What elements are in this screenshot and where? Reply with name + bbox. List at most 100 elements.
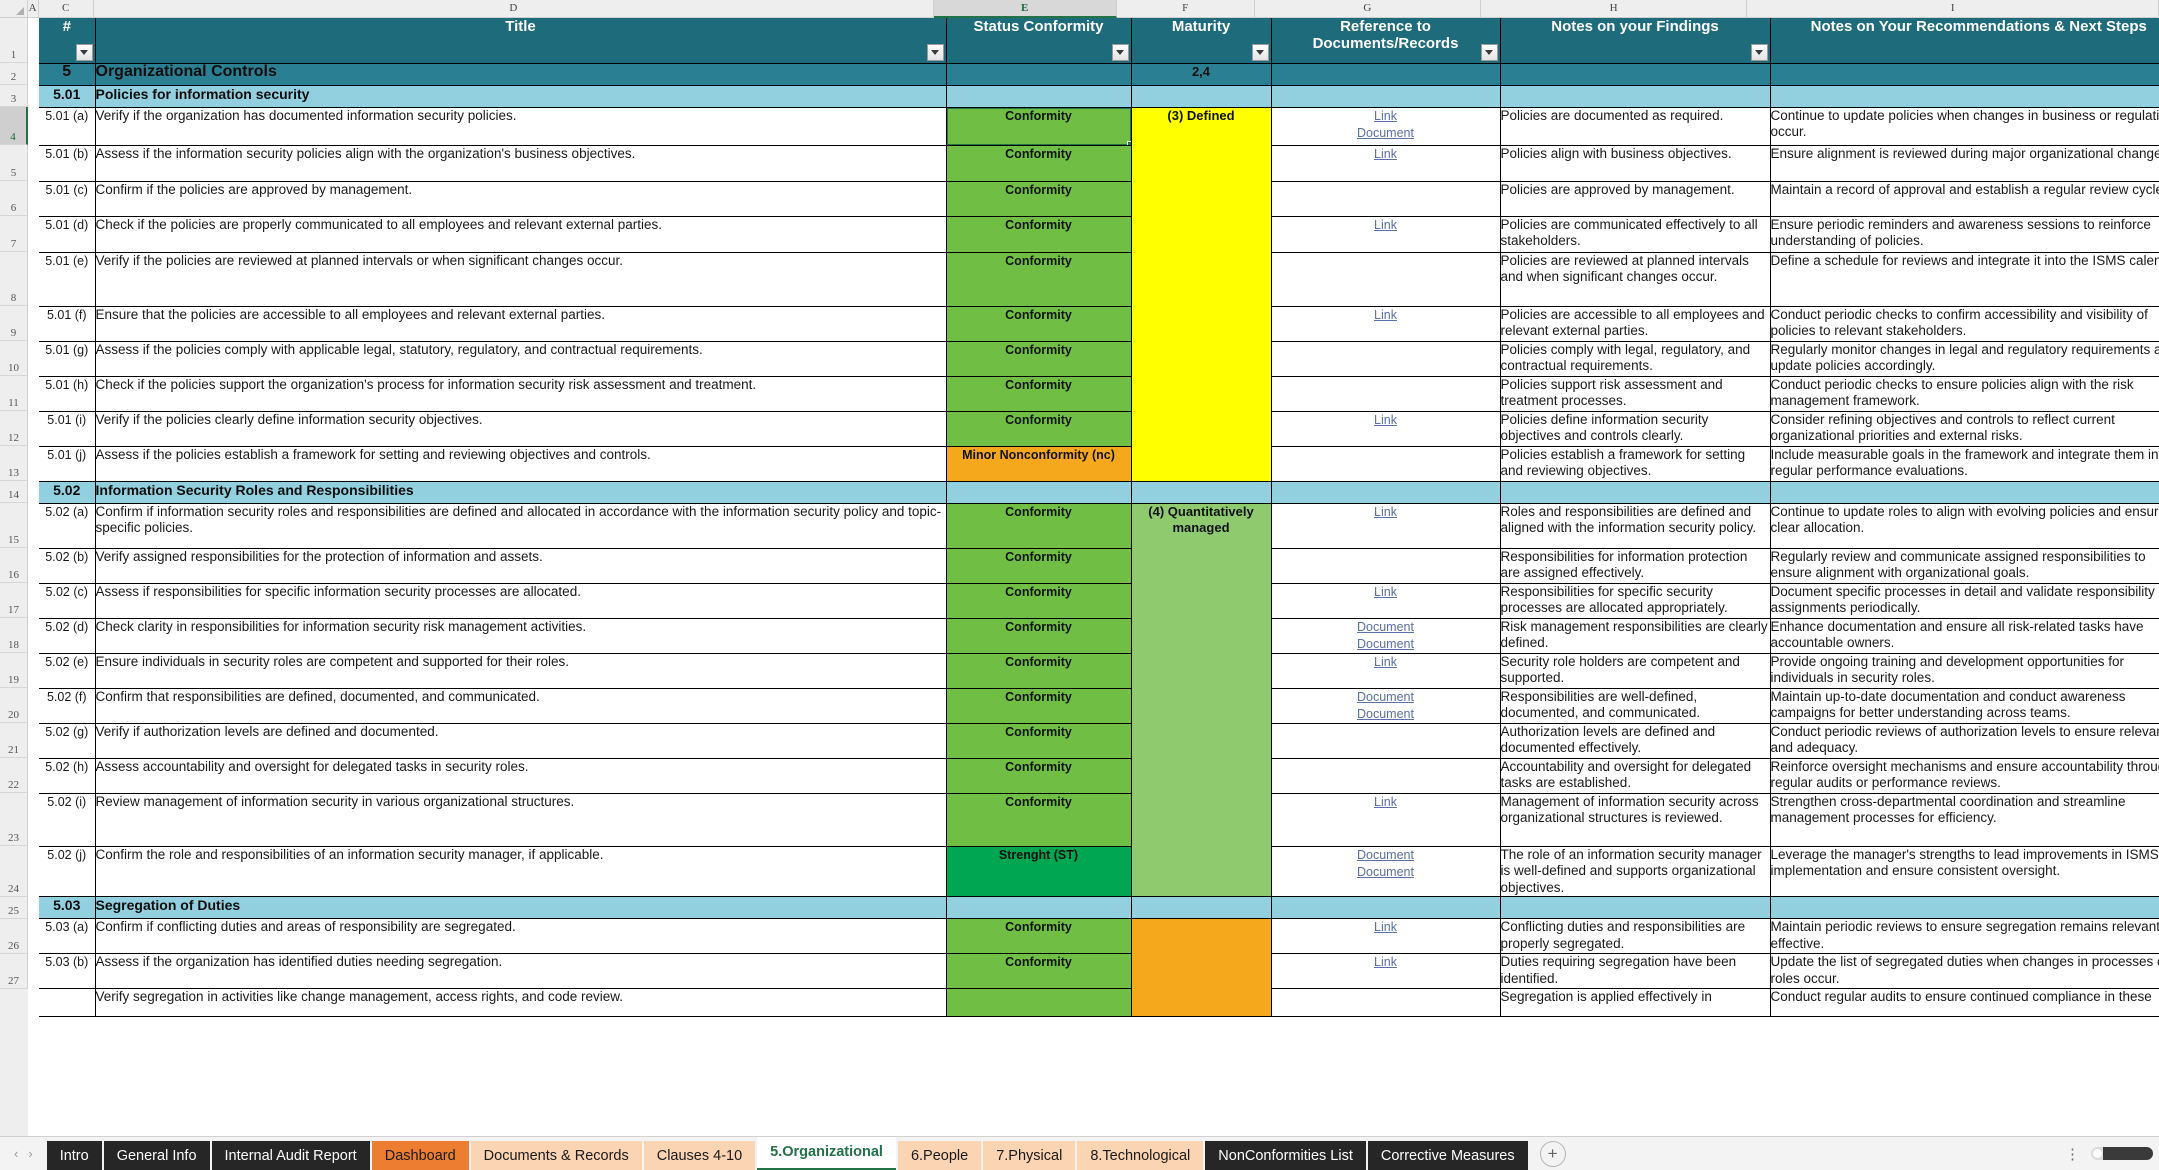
control-title[interactable]: Confirm if conflicting duties and areas … [95, 918, 947, 954]
reference-link[interactable]: Link [1272, 794, 1500, 811]
reference-cell[interactable]: Document Document [1271, 618, 1501, 654]
reference-cell[interactable] [1271, 758, 1501, 794]
maturity-cell[interactable]: (4) Quantitatively managed [1131, 503, 1272, 897]
subsection-findings[interactable] [1500, 481, 1771, 504]
reference-link[interactable]: Link [1272, 412, 1500, 429]
recommendations-cell[interactable]: Leverage the manager's strengths to lead… [1770, 846, 2159, 897]
recommendations-cell[interactable]: Ensure periodic reminders and awareness … [1770, 216, 2159, 253]
findings-cell[interactable]: Authorization levels are defined and doc… [1500, 723, 1771, 759]
reference-cell[interactable]: Document Document [1271, 688, 1501, 724]
reference-cell[interactable]: Document Document [1271, 846, 1501, 897]
section-findings[interactable] [1500, 63, 1771, 86]
subsection-reference[interactable] [1271, 481, 1501, 504]
column-header-A[interactable]: A [27, 0, 39, 18]
control-number[interactable]: 5.02 (i) [39, 793, 96, 847]
table-row[interactable]: 5.01 (a) Verify if the organization has d… [28, 107, 2159, 482]
table-row[interactable]: 5.02 (d) Check clarity in responsibilitie… [28, 618, 2159, 654]
row-header-18[interactable]: 18 [0, 618, 28, 653]
status-conformity-cell[interactable]: Strenght (ST) [946, 846, 1132, 897]
status-conformity-cell[interactable]: Conformity [946, 216, 1132, 253]
findings-cell[interactable]: Risk management responsibilities are cle… [1500, 618, 1771, 654]
control-title[interactable]: Verify assigned responsibilities for the… [95, 548, 947, 584]
table-row[interactable]: 5.01 (e) Verify if the policies are revie… [28, 252, 2159, 307]
control-number[interactable]: 5.02 (c) [39, 583, 96, 619]
recommendations-cell[interactable]: Maintain up-to-date documentation and co… [1770, 688, 2159, 724]
table-row[interactable]: 5.02 (c) Assess if responsibilities for s… [28, 583, 2159, 619]
control-number[interactable]: 5.02 (g) [39, 723, 96, 759]
table-row[interactable]: 5.01 (h) Check if the policies support th… [28, 376, 2159, 412]
reference-cell[interactable]: Link [1271, 411, 1501, 447]
control-number[interactable] [39, 988, 96, 1017]
column-header-C[interactable]: C [38, 0, 94, 18]
control-number[interactable]: 5.01 (j) [39, 446, 96, 482]
status-conformity-cell[interactable]: Conformity [946, 252, 1132, 307]
control-title[interactable]: Ensure that the policies are accessible … [95, 306, 947, 342]
table-row[interactable]: 5.02 (b) Verify assigned responsibilities… [28, 548, 2159, 584]
subsection-status[interactable] [946, 481, 1132, 504]
findings-cell[interactable]: Policies are communicated effectively to… [1500, 216, 1771, 253]
sheet-tab-nonconformities-list[interactable]: NonConformities List [1205, 1140, 1366, 1170]
row-header-7[interactable]: 7 [0, 216, 28, 252]
findings-cell[interactable]: Policies support risk assessment and tre… [1500, 376, 1771, 412]
control-title[interactable]: Confirm that responsibilities are define… [95, 688, 947, 724]
control-number[interactable]: 5.02 (e) [39, 653, 96, 689]
control-number[interactable]: 5.01 (i) [39, 411, 96, 447]
subsection-findings[interactable] [1500, 896, 1771, 919]
findings-cell[interactable]: Management of information security acros… [1500, 793, 1771, 847]
table-row[interactable]: 5.03 (b) Assess if the organization has i… [28, 953, 2159, 989]
recommendations-cell[interactable]: Continue to update roles to align with e… [1770, 503, 2159, 549]
reference-link[interactable]: Document [1272, 847, 1500, 864]
subsection-recommendations[interactable] [1770, 85, 2159, 108]
row-header-5[interactable]: 5 [0, 145, 28, 181]
table-row[interactable]: 5.02 (e) Ensure individuals in security r… [28, 653, 2159, 689]
status-conformity-cell[interactable]: Conformity [946, 341, 1132, 377]
row-header-15[interactable]: 15 [0, 503, 28, 548]
reference-cell[interactable] [1271, 446, 1501, 482]
table-row[interactable]: Verify segregation in activities like ch… [28, 988, 2159, 1017]
status-conformity-cell[interactable]: Conformity [946, 688, 1132, 724]
select-all-corner[interactable] [0, 0, 28, 18]
recommendations-cell[interactable]: Provide ongoing training and development… [1770, 653, 2159, 689]
reference-link[interactable]: Link [1272, 146, 1500, 163]
control-title[interactable]: Confirm if information security roles an… [95, 503, 947, 549]
reference-link[interactable]: Document [1272, 636, 1500, 653]
table-row[interactable]: 5.02 (j) Confirm the role and responsibil… [28, 846, 2159, 897]
subsection-recommendations[interactable] [1770, 481, 2159, 504]
control-number[interactable]: 5.02 (d) [39, 618, 96, 654]
control-number[interactable]: 5.01 (c) [39, 181, 96, 217]
findings-cell[interactable]: The role of an information security mana… [1500, 846, 1771, 897]
control-number[interactable]: 5.03 (b) [39, 953, 96, 989]
control-title[interactable]: Assess if responsibilities for specific … [95, 583, 947, 619]
row-header-6[interactable]: 6 [0, 181, 28, 216]
reference-link[interactable]: Document [1272, 125, 1500, 142]
recommendations-cell[interactable]: Document specific processes in detail an… [1770, 583, 2159, 619]
table-row[interactable]: 5.01 (f) Ensure that the policies are acc… [28, 306, 2159, 342]
section-sub-row[interactable]: 5.02 Information Security Roles and Respo… [28, 481, 2159, 504]
recommendations-cell[interactable]: Conduct periodic checks to confirm acces… [1770, 306, 2159, 342]
filter-dropdown-icon[interactable] [1750, 43, 1768, 61]
recommendations-cell[interactable]: Regularly monitor changes in legal and r… [1770, 341, 2159, 377]
row-header-20[interactable]: 20 [0, 688, 28, 723]
findings-cell[interactable]: Duties requiring segregation have been i… [1500, 953, 1771, 989]
row-header-27[interactable]: 27 [0, 953, 28, 989]
row-header-10[interactable]: 10 [0, 341, 28, 376]
sheet-tab-7-physical[interactable]: 7.Physical [983, 1140, 1076, 1170]
control-number[interactable]: 5.01 (f) [39, 306, 96, 342]
row-header-23[interactable]: 23 [0, 793, 28, 846]
findings-cell[interactable]: Responsibilities for specific security p… [1500, 583, 1771, 619]
control-title[interactable]: Confirm the role and responsibilities of… [95, 846, 947, 897]
control-number[interactable]: 5.02 (a) [39, 503, 96, 549]
horizontal-scrollbar[interactable] [2091, 1147, 2153, 1160]
subsection-maturity[interactable] [1131, 896, 1272, 919]
reference-link[interactable]: Link [1272, 584, 1500, 601]
column-header-H[interactable]: H [1480, 0, 1748, 18]
recommendations-cell[interactable]: Enhance documentation and ensure all ris… [1770, 618, 2159, 654]
findings-cell[interactable]: Responsibilities are well-defined, docum… [1500, 688, 1771, 724]
status-conformity-cell[interactable]: Conformity [946, 306, 1132, 342]
status-conformity-cell[interactable] [946, 988, 1132, 1017]
control-number[interactable]: 5.01 (b) [39, 145, 96, 182]
control-number[interactable]: 5.01 (h) [39, 376, 96, 412]
table-row[interactable]: 5.02 (h) Assess accountability and oversi… [28, 758, 2159, 794]
status-conformity-cell[interactable]: Conformity [946, 503, 1132, 549]
reference-link[interactable]: Document [1272, 619, 1500, 636]
